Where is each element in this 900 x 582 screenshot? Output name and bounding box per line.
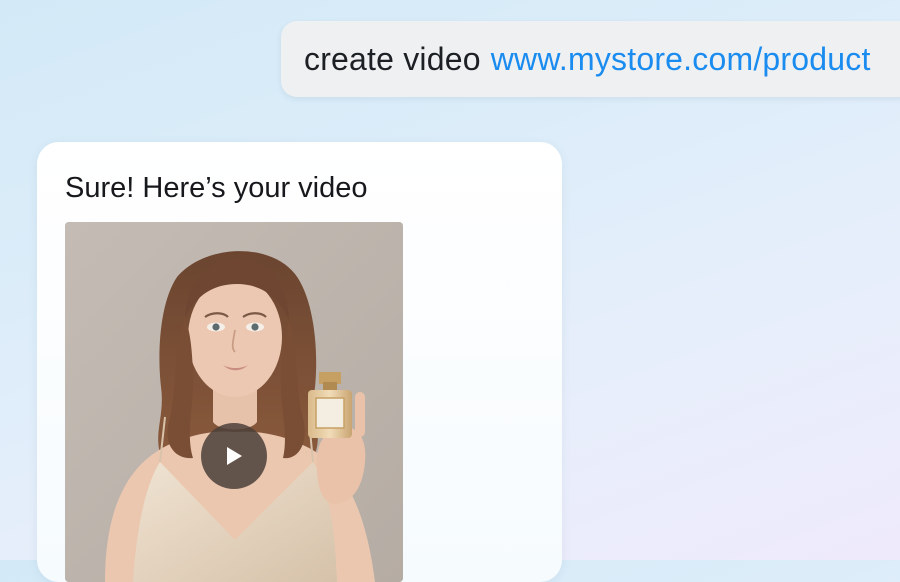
- user-command-text: create video: [304, 40, 481, 77]
- user-message-bubble: create video www.mystore.com/product: [281, 21, 900, 97]
- play-icon: [227, 447, 242, 465]
- woman-holding-perfume-image: [65, 222, 403, 582]
- product-link[interactable]: www.mystore.com/product: [491, 41, 871, 78]
- play-button[interactable]: [201, 423, 267, 489]
- assistant-reply-text: Sure! Here’s your video: [65, 172, 368, 204]
- assistant-message-card: Sure! Here’s your video: [37, 142, 562, 582]
- video-thumbnail[interactable]: [65, 222, 403, 582]
